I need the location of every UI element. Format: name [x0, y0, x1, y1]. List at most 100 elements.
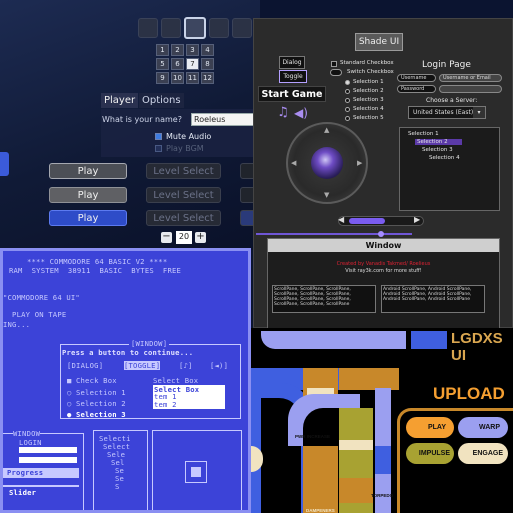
password-label-field: Password	[397, 85, 436, 93]
radio-button[interactable]	[345, 98, 350, 103]
radio-label: Selection 1	[353, 79, 384, 85]
slider-right-icon[interactable]: ▶	[414, 215, 420, 224]
c64-tree-node[interactable]: S	[115, 482, 120, 491]
switch-checkbox-label: Switch Checkbox	[347, 69, 394, 75]
c64-radio-icon[interactable]: ●	[67, 410, 72, 419]
numpad-key[interactable]: 5	[156, 58, 169, 70]
tree-view[interactable]: Selection 1 Selection 2 Selection 3 Selecti…	[399, 127, 500, 211]
slider-fill	[349, 218, 385, 224]
speaker-icon[interactable]: ◀)	[294, 106, 308, 120]
c64-progress-label: Progress	[7, 468, 44, 477]
scrollpane-right[interactable]: Android ScrollPane, Android ScrollPane, …	[381, 285, 485, 313]
numpad-key[interactable]: 9	[156, 72, 169, 84]
numpad-key[interactable]: 2	[171, 44, 184, 56]
level-select-button[interactable]: Level Select	[146, 210, 221, 226]
c64-toggle-button[interactable]: [TOGGLE]	[124, 361, 161, 370]
password-input[interactable]	[439, 85, 502, 93]
decrement-button[interactable]: −	[161, 232, 172, 243]
lcars-play-button[interactable]: PLAY	[406, 417, 454, 438]
switch-toggle[interactable]	[330, 69, 342, 76]
radio-label: Selection 3	[353, 97, 384, 103]
numpad-key[interactable]: 8	[201, 58, 214, 70]
tab-options[interactable]: Options	[139, 93, 184, 108]
name-input[interactable]: Roeleus	[191, 113, 255, 126]
slot-square[interactable]	[138, 18, 158, 38]
tree-node[interactable]: Selection 2	[415, 139, 462, 145]
lcars-block[interactable]	[339, 478, 373, 503]
lcars-impulse-button[interactable]: IMPULSE	[406, 443, 454, 464]
c64-select-list[interactable]: Select Box tem 1 tem 2	[153, 385, 225, 409]
c64-selection-2[interactable]: Selection 2	[76, 399, 126, 408]
tree-node[interactable]: Selection 4	[429, 155, 460, 161]
numpad-key[interactable]: 6	[171, 58, 184, 70]
window-link[interactable]: Visit ray3k.com for more stuff!	[268, 268, 499, 274]
c64-sound-button[interactable]: [◄)]	[210, 361, 228, 370]
slider-left-icon[interactable]: ◀	[338, 215, 344, 224]
radio-button[interactable]	[345, 116, 350, 121]
c64-scroll-knob[interactable]	[191, 467, 201, 477]
c64-line-1: "COMMODORE 64 UI"	[3, 293, 80, 302]
slot-square[interactable]	[209, 18, 229, 38]
numpad-key[interactable]: 3	[186, 44, 199, 56]
play-button[interactable]: Play	[49, 187, 127, 203]
dialog-button[interactable]: Dialog	[279, 56, 305, 69]
c64-selection-1[interactable]: Selection 1	[76, 388, 126, 397]
name-prompt-label: What is your name?	[102, 115, 182, 124]
music-note-icon[interactable]: ♫	[276, 106, 290, 120]
numpad-key[interactable]: 7	[186, 58, 199, 70]
tree-node[interactable]: Selection 3	[422, 147, 453, 153]
play-button[interactable]: Play	[49, 163, 127, 179]
level-select-button[interactable]: Level Select	[146, 187, 221, 203]
arrow-down-icon: ▼	[324, 191, 330, 199]
numpad-key[interactable]: 4	[201, 44, 214, 56]
server-select[interactable]: United States (East) ▾	[408, 106, 486, 119]
slider-track[interactable]	[338, 216, 424, 226]
window-title[interactable]: Window	[268, 239, 499, 252]
standard-checkbox[interactable]	[331, 61, 337, 67]
joystick-knob[interactable]	[311, 147, 343, 179]
c64-login-input[interactable]	[19, 447, 77, 453]
radio-button[interactable]	[345, 107, 350, 112]
numpad-key[interactable]: 10	[171, 72, 184, 84]
radio-button[interactable]	[345, 80, 350, 85]
start-game-button[interactable]: Start Game	[258, 86, 326, 102]
slot-square[interactable]	[161, 18, 181, 38]
numpad-key[interactable]: 1	[156, 44, 169, 56]
play-button[interactable]: Play	[49, 210, 127, 226]
c64-radio-icon[interactable]: ○	[67, 399, 72, 408]
mute-audio-label: Mute Audio	[166, 132, 212, 141]
c64-slider-track[interactable]	[3, 485, 79, 487]
c64-select-item[interactable]: tem 2	[154, 400, 177, 409]
username-input[interactable]: Username or Email	[439, 74, 502, 82]
lcars-warp-button[interactable]: WARP	[458, 417, 508, 438]
c64-password-input[interactable]	[19, 457, 77, 463]
toggle-button[interactable]: Toggle	[279, 70, 307, 83]
play-bgm-checkbox[interactable]	[155, 145, 162, 152]
scrollpane-left[interactable]: ScrollPane, ScrollPane, ScrollPane, Scro…	[272, 285, 376, 313]
lcars-block[interactable]	[339, 440, 373, 450]
tree-node[interactable]: Selection 1	[408, 131, 439, 137]
c64-selection-3[interactable]: Selection 3	[76, 410, 126, 419]
lcars-top-block	[411, 331, 447, 349]
shade-ui-button[interactable]: Shade UI	[355, 33, 403, 51]
progress-knob[interactable]	[378, 231, 384, 237]
level-select-button[interactable]: Level Select	[146, 163, 221, 179]
c64-dialog-button[interactable]: [DIALOG]	[67, 361, 103, 370]
mute-audio-checkbox[interactable]	[155, 133, 162, 140]
numpad-key[interactable]: 12	[201, 72, 214, 84]
increment-button[interactable]: +	[195, 232, 206, 243]
radio-button[interactable]	[345, 89, 350, 94]
c64-checkbox-icon[interactable]: ■	[67, 376, 72, 385]
c64-radio-icon[interactable]: ○	[67, 388, 72, 397]
c64-music-button[interactable]: [♪]	[179, 361, 193, 370]
stepper-value[interactable]: 20	[176, 231, 192, 244]
lcars-block[interactable]	[375, 446, 391, 474]
lcars-engage-button[interactable]: ENGAGE	[458, 443, 508, 464]
tab-player[interactable]: Player	[101, 93, 139, 108]
numpad-key[interactable]: 11	[186, 72, 199, 84]
slot-square-selected[interactable]	[184, 17, 206, 39]
c64-header: **** COMMODORE 64 BASIC V2 ****	[27, 257, 168, 266]
c64-checkbox-label: Check Box	[76, 376, 117, 385]
slot-square[interactable]	[232, 18, 252, 38]
joystick[interactable]: ▲ ▼ ◀ ▶	[286, 122, 368, 204]
